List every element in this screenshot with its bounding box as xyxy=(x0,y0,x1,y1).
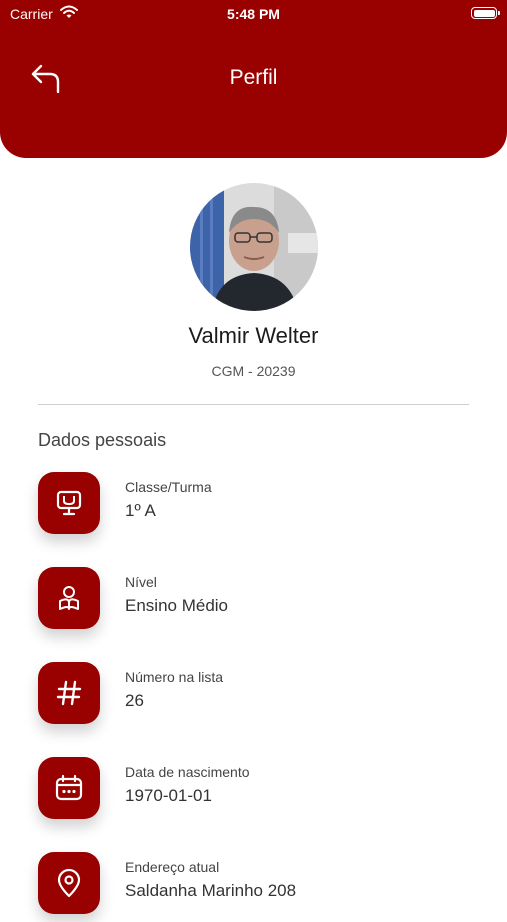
info-value: 26 xyxy=(125,691,144,710)
info-label: Endereço atual xyxy=(125,859,220,875)
info-label: Data de nascimento xyxy=(125,764,250,780)
info-item-nascimento: Data de nascimento 1970-01-01 xyxy=(38,757,478,827)
battery-icon xyxy=(471,7,500,19)
divider xyxy=(38,404,469,405)
page-title: Perfil xyxy=(229,66,278,89)
info-label: Nível xyxy=(125,574,157,590)
info-label: Classe/Turma xyxy=(125,479,212,495)
hash-icon xyxy=(38,662,100,724)
status-time: 5:48 PM xyxy=(227,6,280,22)
info-item-numero: Número na lista 26 xyxy=(38,662,478,732)
avatar xyxy=(190,183,318,311)
info-item-classe: Classe/Turma 1º A xyxy=(38,472,478,542)
section-title: Dados pessoais xyxy=(38,430,167,450)
info-label: Número na lista xyxy=(125,669,224,685)
info-item-nivel: Nível Ensino Médio xyxy=(38,567,478,637)
info-item-endereco: Endereço atual Saldanha Marinho 208 xyxy=(38,852,478,922)
profile-name: Valmir Welter xyxy=(188,323,319,348)
calendar-icon xyxy=(38,757,100,819)
header-bar: Carrier 5:48 PM Perfil xyxy=(0,0,507,158)
monitor-icon xyxy=(38,472,100,534)
info-value: 1º A xyxy=(125,501,156,520)
info-value: 1970-01-01 xyxy=(125,786,212,805)
location-pin-icon xyxy=(38,852,100,914)
info-value: Ensino Médio xyxy=(125,596,229,615)
status-bar: Carrier 5:48 PM xyxy=(0,0,507,28)
profile-id: CGM - 20239 xyxy=(211,363,296,379)
info-value: Saldanha Marinho 208 xyxy=(125,881,297,900)
student-reading-icon xyxy=(38,567,100,629)
